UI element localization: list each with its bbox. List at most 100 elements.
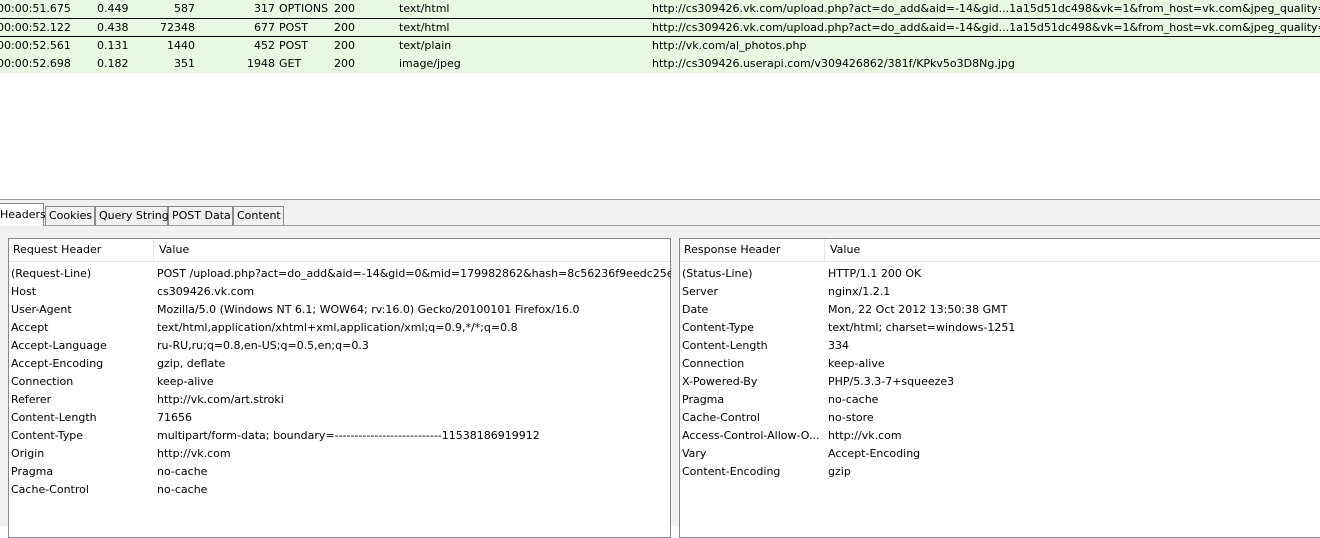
tab-headers[interactable]: Headers: [0, 203, 46, 226]
header-row[interactable]: Cache-Control no-store: [680, 409, 1320, 427]
tab-content[interactable]: Content: [233, 206, 284, 225]
header-name: Vary: [682, 447, 707, 460]
header-row[interactable]: Date Mon, 22 Oct 2012 13:50:38 GMT: [680, 301, 1320, 319]
header-name: Pragma: [11, 465, 54, 478]
column-divider[interactable]: [824, 239, 825, 261]
column-divider[interactable]: [153, 239, 154, 261]
header-value: nginx/1.2.1: [828, 285, 891, 298]
header-value: keep-alive: [157, 375, 214, 388]
header-name: Connection: [11, 375, 74, 388]
header-value: gzip, deflate: [157, 357, 226, 370]
header-value: http://vk.com: [157, 447, 231, 460]
request-sent-bytes: 351: [174, 57, 195, 70]
header-row[interactable]: Cache-Control no-cache: [9, 481, 670, 499]
request-url: http://vk.com/al_photos.php: [652, 39, 807, 52]
column-header-value[interactable]: Value: [830, 243, 860, 257]
header-row[interactable]: Content-Encoding gzip: [680, 463, 1320, 481]
header-name: Date: [682, 303, 709, 316]
header-value: text/html,application/xhtml+xml,applicat…: [157, 321, 518, 334]
header-name: Server: [682, 285, 719, 298]
tab-query-string[interactable]: Query String: [95, 206, 169, 225]
header-row[interactable]: Connection keep-alive: [9, 373, 670, 391]
header-row[interactable]: (Request-Line) POST /upload.php?act=do_ad…: [9, 265, 671, 283]
header-row[interactable]: Access-Control-Allow-O... http://vk.com: [680, 427, 1320, 445]
request-row[interactable]: 00:00:52.561 0.131 1440 452 POST 200 tex…: [0, 37, 1320, 55]
header-name: Pragma: [682, 393, 725, 406]
header-value: cs309426.vk.com: [157, 285, 255, 298]
tab-cookies[interactable]: Cookies: [45, 206, 95, 225]
header-row[interactable]: User-Agent Mozilla/5.0 (Windows NT 6.1; W…: [9, 301, 670, 319]
column-header-request-header[interactable]: Request Header: [13, 243, 101, 257]
request-status: 200: [334, 57, 355, 70]
request-received-bytes: 317: [254, 2, 275, 15]
header-row[interactable]: X-Powered-By PHP/5.3.3-7+squeeze3: [680, 373, 1320, 391]
column-header-value[interactable]: Value: [159, 243, 189, 257]
request-row-selected[interactable]: 00:00:52.122 0.438 72348 677 POST 200 te…: [0, 18, 1320, 37]
header-name: Origin: [11, 447, 45, 460]
header-row[interactable]: Host cs309426.vk.com: [9, 283, 670, 301]
header-row[interactable]: (Status-Line) HTTP/1.1 200 OK: [680, 265, 1320, 283]
column-header-response-header[interactable]: Response Header: [684, 243, 780, 257]
header-value: HTTP/1.1 200 OK: [828, 267, 922, 280]
request-row[interactable]: 00:00:52.698 0.182 351 1948 GET 200 imag…: [0, 55, 1320, 73]
request-received-bytes: 452: [254, 39, 275, 52]
response-headers-list[interactable]: Response Header Value (Status-Line) HTTP/…: [679, 238, 1320, 538]
tab-post-data[interactable]: POST Data: [168, 206, 233, 225]
list-column-header: Response Header Value: [680, 239, 1320, 262]
header-name: Host: [11, 285, 37, 298]
request-method: POST: [279, 21, 308, 34]
header-value: POST /upload.php?act=do_add&aid=-14&gid=…: [157, 267, 671, 280]
header-value: PHP/5.3.3-7+squeeze3: [828, 375, 955, 388]
header-row[interactable]: Accept-Encoding gzip, deflate: [9, 355, 670, 373]
header-name: Accept-Encoding: [11, 357, 104, 370]
header-row[interactable]: Content-Length 71656: [9, 409, 670, 427]
request-status: 200: [334, 2, 355, 15]
request-status: 200: [334, 39, 355, 52]
header-value: Mon, 22 Oct 2012 13:50:38 GMT: [828, 303, 1008, 316]
request-sent-bytes: 587: [174, 2, 195, 15]
request-duration: 0.131: [97, 39, 129, 52]
header-row[interactable]: Content-Length 334: [680, 337, 1320, 355]
request-url: http://cs309426.userapi.com/v309426862/3…: [652, 57, 1015, 70]
header-value: no-cache: [157, 465, 208, 478]
header-value: multipart/form-data; boundary=----------…: [157, 429, 540, 442]
header-row[interactable]: Pragma no-cache: [680, 391, 1320, 409]
request-time: 00:00:52.698: [0, 57, 70, 70]
header-row[interactable]: Pragma no-cache: [9, 463, 670, 481]
header-value: Mozilla/5.0 (Windows NT 6.1; WOW64; rv:1…: [157, 303, 580, 316]
request-content-type: text/plain: [399, 39, 452, 52]
header-row[interactable]: Vary Accept-Encoding: [680, 445, 1320, 463]
request-content-type: image/jpeg: [399, 57, 461, 70]
header-value: 71656: [157, 411, 192, 424]
header-name: Access-Control-Allow-O...: [682, 429, 820, 442]
header-name: Content-Length: [682, 339, 768, 352]
header-row[interactable]: Referer http://vk.com/art.stroki: [9, 391, 670, 409]
header-value: 334: [828, 339, 849, 352]
header-name: (Status-Line): [682, 267, 753, 280]
header-row[interactable]: Server nginx/1.2.1: [680, 283, 1320, 301]
request-received-bytes: 677: [254, 21, 275, 34]
header-row[interactable]: Accept text/html,application/xhtml+xml,ap…: [9, 319, 670, 337]
header-value: ru-RU,ru;q=0.8,en-US;q=0.5,en;q=0.3: [157, 339, 369, 352]
request-received-bytes: 1948: [247, 57, 275, 70]
header-row[interactable]: Origin http://vk.com: [9, 445, 670, 463]
request-url: http://cs309426.vk.com/upload.php?act=do…: [652, 21, 1320, 34]
header-name: X-Powered-By: [682, 375, 758, 388]
header-value: no-cache: [157, 483, 208, 496]
request-sent-bytes: 1440: [167, 39, 195, 52]
request-time: 00:00:51.675: [0, 2, 70, 15]
request-method: POST: [279, 39, 308, 52]
header-row[interactable]: Connection keep-alive: [680, 355, 1320, 373]
header-row[interactable]: Content-Type multipart/form-data; boundar…: [9, 427, 670, 445]
header-value: keep-alive: [828, 357, 885, 370]
request-url: http://cs309426.vk.com/upload.php?act=do…: [652, 2, 1320, 15]
header-name: Connection: [682, 357, 745, 370]
header-name: (Request-Line): [11, 267, 92, 280]
header-name: Content-Type: [682, 321, 754, 334]
header-value: Accept-Encoding: [828, 447, 921, 460]
request-row[interactable]: 00:00:51.675 0.449 587 317 OPTIONS 200 t…: [0, 0, 1320, 18]
header-row[interactable]: Content-Type text/html; charset=windows-1…: [680, 319, 1320, 337]
request-content-type: text/html: [399, 21, 450, 34]
request-headers-list[interactable]: Request Header Value (Request-Line) POST …: [8, 238, 671, 538]
header-row[interactable]: Accept-Language ru-RU,ru;q=0.8,en-US;q=0.…: [9, 337, 670, 355]
